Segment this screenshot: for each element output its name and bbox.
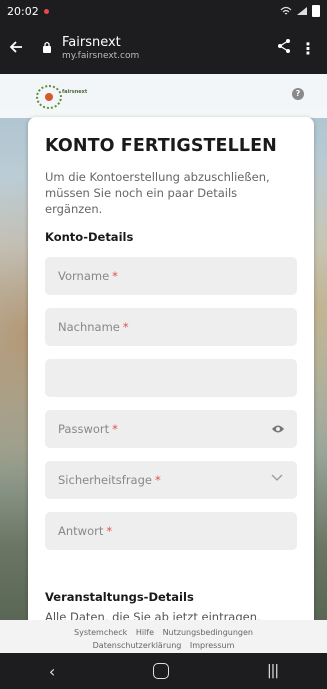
page-url: my.fairsnext.com [62, 50, 140, 61]
footer-link-systemcheck[interactable]: Systemcheck [74, 628, 127, 637]
nav-back-icon[interactable]: ‹ [49, 662, 55, 681]
status-left: 20:02 [7, 5, 49, 18]
nav-recents-icon[interactable]: ||| [267, 663, 279, 679]
answer-placeholder: Antwort [58, 524, 104, 538]
footer-link-imprint[interactable]: Impressum [190, 641, 234, 650]
signal-icon [297, 7, 307, 15]
required-mark: * [122, 320, 129, 334]
security-question-select[interactable]: Sicherheitsfrage * [45, 461, 297, 499]
lock-icon [42, 41, 58, 56]
battery-icon [312, 5, 320, 17]
chevron-down-icon [271, 474, 283, 481]
answer-field[interactable]: Antwort * [45, 512, 297, 550]
security-question-placeholder: Sicherheitsfrage [58, 473, 152, 487]
firstname-field[interactable]: Vorname * [45, 257, 297, 295]
section-title-event: Veranstaltungs-Details [45, 590, 194, 604]
share-icon[interactable] [271, 38, 297, 58]
required-mark: * [106, 524, 113, 538]
back-arrow-icon[interactable] [8, 36, 36, 60]
password-placeholder: Passwort [58, 422, 110, 436]
footer: Systemcheck Hilfe Nutzungsbedingungen Da… [0, 620, 327, 653]
status-time: 20:02 [7, 4, 39, 18]
lastname-field[interactable]: Nachname * [45, 308, 297, 346]
notification-icon [43, 8, 49, 14]
eye-icon[interactable] [271, 424, 285, 434]
address-area[interactable]: Fairsnext my.fairsnext.com [62, 35, 271, 62]
browser-toolbar: Fairsnext my.fairsnext.com ⋮ [0, 22, 327, 74]
lastname-placeholder: Nachname [58, 320, 120, 334]
footer-link-terms[interactable]: Nutzungsbedingungen [163, 628, 253, 637]
email-field[interactable] [45, 359, 297, 397]
fairsnext-logo [36, 85, 62, 109]
android-nav-bar: ‹ ||| [0, 653, 327, 689]
page-title: Fairsnext [62, 34, 121, 50]
page-background: fairsnext ? KONTO FERTIGSTELLEN Um die K… [0, 74, 327, 653]
wifi-icon [280, 6, 292, 15]
section-title-account: Konto-Details [45, 230, 134, 244]
footer-row-2: Datenschutzerklärung Impressum [0, 639, 327, 652]
nav-home-icon[interactable] [153, 663, 170, 679]
required-mark: * [154, 473, 161, 487]
footer-link-help[interactable]: Hilfe [136, 628, 154, 637]
required-mark: * [112, 269, 118, 283]
card-title: KONTO FERTIGSTELLEN [45, 136, 277, 156]
required-mark: * [112, 422, 118, 436]
overflow-menu-icon[interactable]: ⋮ [297, 39, 319, 58]
footer-row-1: Systemcheck Hilfe Nutzungsbedingungen [0, 626, 327, 639]
card-intro: Um die Kontoerstellung abzuschließen, mü… [45, 170, 270, 216]
password-field[interactable]: Passwort * [45, 410, 297, 448]
header-strip: fairsnext ? [0, 74, 327, 118]
footer-link-privacy[interactable]: Datenschutzerklärung [93, 641, 182, 650]
status-icons [280, 5, 320, 17]
firstname-placeholder: Vorname [58, 269, 110, 283]
registration-card: KONTO FERTIGSTELLEN Um die Kontoerstellu… [28, 117, 314, 653]
help-icon[interactable]: ? [292, 88, 304, 100]
logo-text: fairsnext [62, 89, 88, 95]
status-bar: 20:02 [0, 0, 327, 22]
